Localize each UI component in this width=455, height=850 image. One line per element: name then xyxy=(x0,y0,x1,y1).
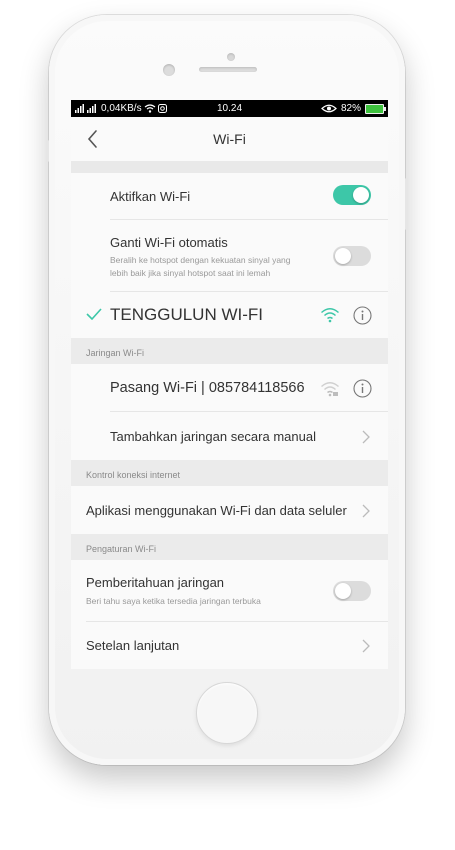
earpiece-speaker xyxy=(199,67,257,72)
auto-switch-description-line2: lebih baik jika sinyal hotspot saat ini … xyxy=(110,268,271,278)
battery-percent: 82% xyxy=(340,103,361,114)
advanced-settings-label: Setelan lanjutan xyxy=(86,638,180,653)
info-icon[interactable] xyxy=(353,379,372,398)
connected-network-name: TENGGULUN WI-FI xyxy=(110,305,263,324)
add-network-row[interactable]: Tambahkan jaringan secara manual xyxy=(71,412,388,460)
screen: 0,04KB/s 10.24 82% Wi-Fi Aktifkan Wi-Fi … xyxy=(71,100,388,669)
connected-network-row[interactable]: TENGGULUN WI-FI xyxy=(71,292,388,338)
wifi-settings-section-label: Pengaturan Wi-Fi xyxy=(71,534,388,560)
chevron-right-icon xyxy=(362,504,370,518)
wifi-weak-secured-icon xyxy=(321,382,339,397)
check-icon xyxy=(86,308,102,320)
wifi-enable-label: Aktifkan Wi-Fi xyxy=(110,189,191,204)
chevron-right-icon xyxy=(362,430,370,444)
network-notification-row[interactable]: Pemberitahuan jaringan Beri tahu saya ke… xyxy=(71,560,388,622)
auto-switch-label: Ganti Wi-Fi otomatis xyxy=(110,235,228,250)
front-camera xyxy=(163,64,175,76)
internet-control-section-label: Kontrol koneksi internet xyxy=(71,460,388,486)
wifi-enable-toggle[interactable] xyxy=(333,185,371,205)
apps-wifi-data-label: Aplikasi menggunakan Wi-Fi dan data selu… xyxy=(86,503,347,518)
toggle-knob xyxy=(335,583,351,599)
auto-switch-toggle[interactable] xyxy=(333,246,371,266)
section-spacer xyxy=(71,161,388,173)
networks-section-label: Jaringan Wi-Fi xyxy=(71,338,388,364)
network-name: Pasang Wi-Fi | 085784118566 xyxy=(110,380,305,396)
toggle-knob xyxy=(335,248,351,264)
auto-switch-row[interactable]: Ganti Wi-Fi otomatis Beralih ke hotspot … xyxy=(71,220,388,292)
battery-icon xyxy=(365,103,386,114)
home-button[interactable] xyxy=(196,682,258,744)
toggle-knob xyxy=(353,187,369,203)
apps-wifi-data-row[interactable]: Aplikasi menggunakan Wi-Fi dan data selu… xyxy=(71,486,388,534)
proximity-sensor xyxy=(227,53,235,61)
network-list-item[interactable]: Pasang Wi-Fi | 085784118566 xyxy=(71,364,388,412)
auto-switch-description-line1: Beralih ke hotspot dengan kekuatan sinya… xyxy=(110,255,291,265)
info-icon[interactable] xyxy=(353,306,372,325)
network-notification-toggle[interactable] xyxy=(333,581,371,601)
eye-comfort-icon xyxy=(321,104,337,113)
wifi-signal-icon xyxy=(321,308,339,323)
status-bar: 0,04KB/s 10.24 82% xyxy=(71,100,388,117)
advanced-settings-row[interactable]: Setelan lanjutan xyxy=(71,622,388,669)
network-notification-label: Pemberitahuan jaringan xyxy=(86,575,225,590)
add-network-label: Tambahkan jaringan secara manual xyxy=(110,429,316,444)
chevron-right-icon xyxy=(362,639,370,653)
power-button xyxy=(405,178,408,230)
nav-bar: Wi-Fi xyxy=(71,117,388,161)
network-notification-description: Beri tahu saya ketika tersedia jaringan … xyxy=(86,596,261,606)
page-title: Wi-Fi xyxy=(213,131,246,147)
wifi-enable-row[interactable]: Aktifkan Wi-Fi xyxy=(71,173,388,220)
mute-switch xyxy=(46,140,49,162)
